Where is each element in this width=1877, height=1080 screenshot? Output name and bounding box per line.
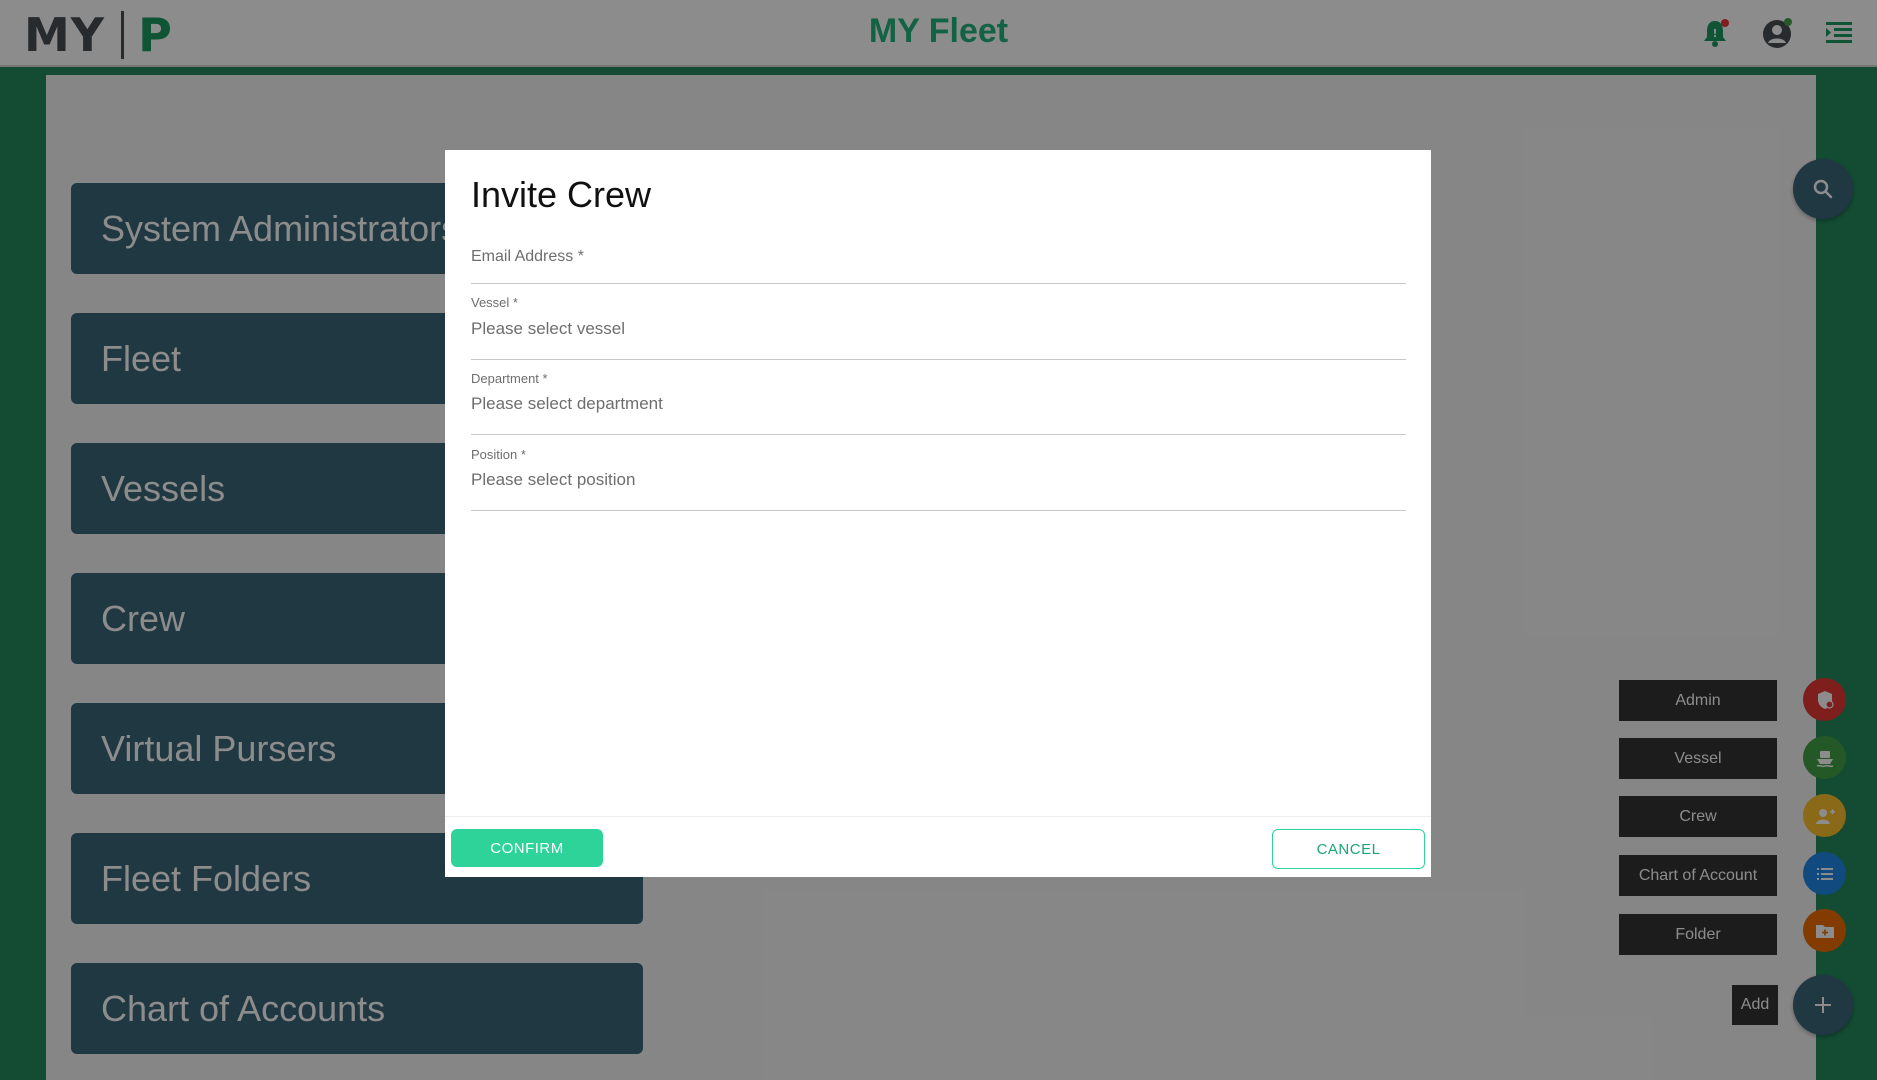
dialog-title: Invite Crew [471, 174, 652, 215]
email-placeholder: Email Address * [471, 248, 584, 265]
vessel-label: Vessel * [471, 295, 518, 310]
confirm-button[interactable]: CONFIRM [451, 829, 603, 867]
vessel-select[interactable]: Vessel * Please select vessel [471, 295, 1406, 360]
department-label: Department * [471, 371, 548, 386]
department-select[interactable]: Department * Please select department [471, 371, 1406, 435]
vessel-placeholder: Please select vessel [471, 319, 626, 338]
position-label: Position * [471, 447, 526, 462]
position-placeholder: Please select position [471, 470, 636, 489]
invite-crew-dialog: Invite Crew Email Address * Vessel * Ple… [445, 150, 1431, 877]
email-field[interactable]: Email Address * [471, 248, 1406, 284]
position-select[interactable]: Position * Please select position [471, 447, 1406, 511]
dialog-footer-divider [445, 816, 1431, 817]
cancel-button[interactable]: CANCEL [1272, 829, 1425, 869]
department-placeholder: Please select department [471, 394, 663, 413]
